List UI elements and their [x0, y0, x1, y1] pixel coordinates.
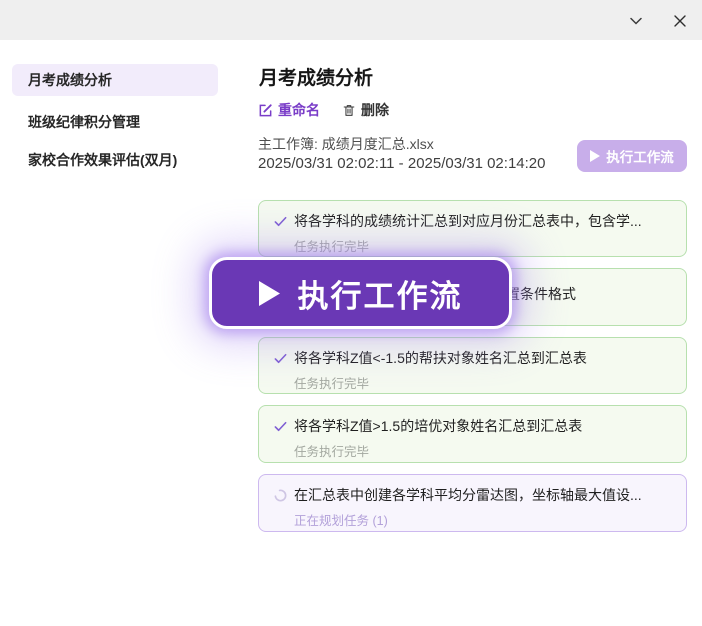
- execute-workflow-overlay-button[interactable]: 执行工作流: [209, 257, 512, 329]
- delete-button[interactable]: 删除: [342, 100, 389, 120]
- task-status: 任务执行完毕: [294, 373, 672, 392]
- delete-label: 删除: [361, 100, 389, 120]
- play-icon: [259, 281, 280, 306]
- check-icon: [273, 419, 288, 434]
- execute-workflow-button[interactable]: 执行工作流: [577, 140, 687, 172]
- rename-label: 重命名: [278, 100, 320, 120]
- task-card-3[interactable]: 将各学科Z值<-1.5的帮扶对象姓名汇总到汇总表 任务执行完毕: [258, 337, 687, 394]
- task-status: 正在规划任务 (1): [294, 510, 672, 529]
- close-icon: [671, 12, 689, 30]
- spinner-icon: [273, 488, 288, 503]
- play-icon: [590, 150, 600, 162]
- sidebar-item-monthly-exam-analysis[interactable]: 月考成绩分析: [12, 64, 218, 96]
- task-status: 任务执行完毕: [294, 441, 672, 460]
- task-card-1[interactable]: 将各学科的成绩统计汇总到对应月份汇总表中，包含学... 任务执行完毕: [258, 200, 687, 257]
- page-title: 月考成绩分析: [259, 63, 373, 90]
- workflow-panel: 月考成绩分析 班级纪律积分管理 家校合作效果评估(双月) 月考成绩分析 重命名 …: [0, 0, 702, 626]
- sidebar-item-label: 家校合作效果评估(双月): [28, 150, 177, 170]
- edit-icon: [258, 103, 273, 118]
- time-range: 2025/03/31 02:02:11 - 2025/03/31 02:14:2…: [258, 155, 545, 172]
- execute-workflow-label: 执行工作流: [606, 146, 674, 166]
- check-icon: [273, 351, 288, 366]
- sidebar-item-home-school-evaluation[interactable]: 家校合作效果评估(双月): [12, 144, 218, 176]
- workflow-actions: 重命名 删除: [258, 100, 389, 120]
- check-icon: [273, 214, 288, 229]
- workbook-info: 主工作簿: 成绩月度汇总.xlsx: [258, 134, 434, 154]
- trash-icon: [342, 103, 356, 118]
- task-title-partial: 置条件格式: [506, 284, 576, 304]
- task-card-5[interactable]: 在汇总表中创建各学科平均分雷达图，坐标轴最大值设... 正在规划任务 (1): [258, 474, 687, 532]
- task-title: 将各学科Z值>1.5的培优对象姓名汇总到汇总表: [294, 416, 582, 436]
- task-title: 在汇总表中创建各学科平均分雷达图，坐标轴最大值设...: [294, 485, 642, 505]
- task-card-4[interactable]: 将各学科Z值>1.5的培优对象姓名汇总到汇总表 任务执行完毕: [258, 405, 687, 463]
- rename-button[interactable]: 重命名: [258, 100, 320, 120]
- task-title: 将各学科Z值<-1.5的帮扶对象姓名汇总到汇总表: [294, 348, 587, 368]
- titlebar: [0, 0, 702, 40]
- sidebar-item-label: 月考成绩分析: [28, 70, 112, 90]
- close-button[interactable]: [666, 7, 694, 35]
- sidebar-item-label: 班级纪律积分管理: [28, 112, 140, 132]
- collapse-button[interactable]: [622, 7, 650, 35]
- execute-workflow-overlay-label: 执行工作流: [298, 271, 463, 316]
- task-title: 将各学科的成绩统计汇总到对应月份汇总表中，包含学...: [294, 211, 642, 231]
- sidebar-item-class-discipline-points[interactable]: 班级纪律积分管理: [12, 106, 218, 138]
- task-status: 任务执行完毕: [294, 236, 672, 255]
- chevron-down-icon: [626, 11, 646, 31]
